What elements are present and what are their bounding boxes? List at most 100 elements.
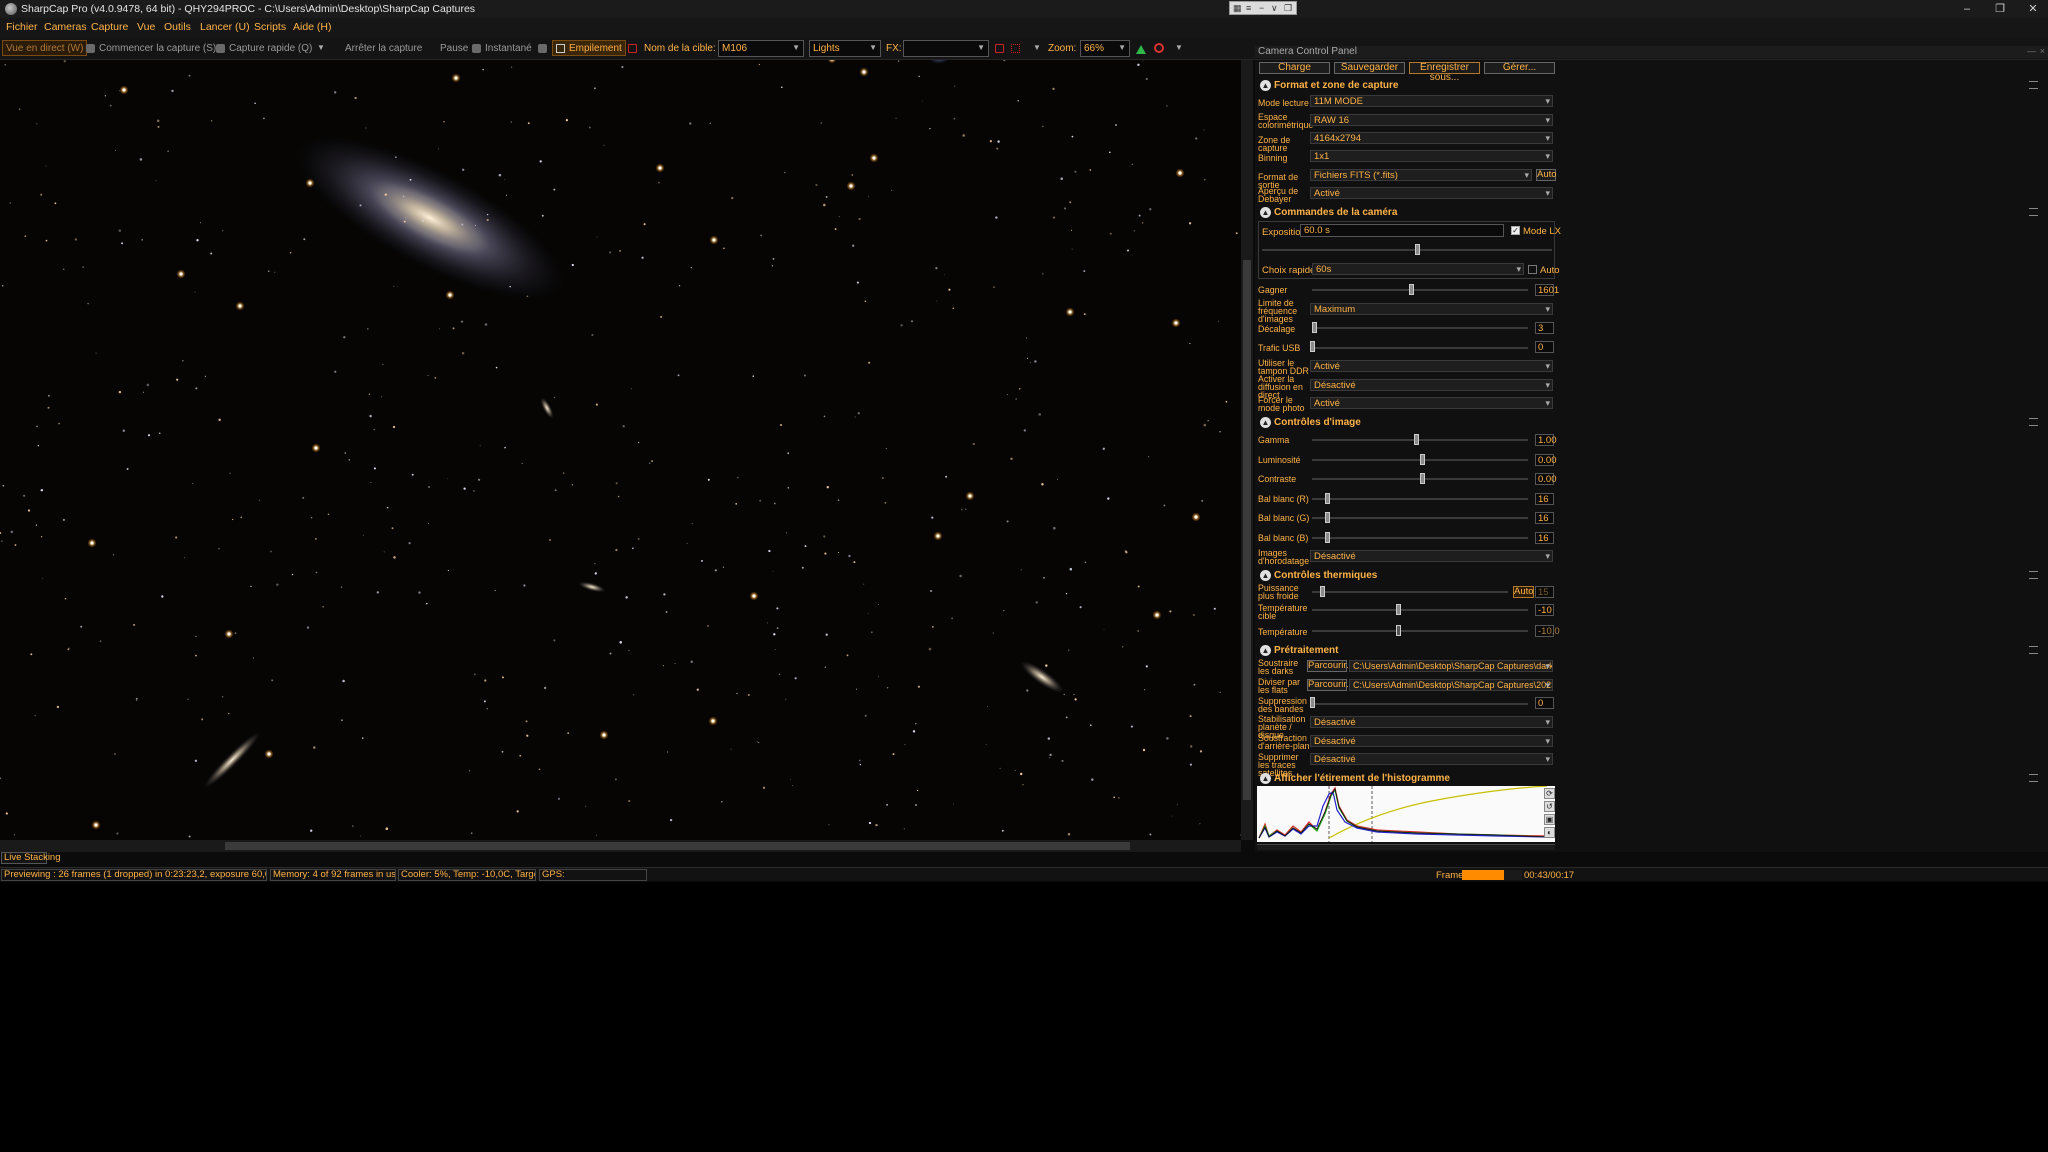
image-slider-value[interactable]: 16: [1535, 512, 1554, 524]
menu-scripts[interactable]: Scripts: [254, 21, 286, 33]
output-format-auto[interactable]: Auto: [1536, 169, 1557, 181]
image-slider-thumb[interactable]: [1325, 493, 1330, 504]
menu-capture[interactable]: Capture: [91, 21, 128, 33]
section-histogram[interactable]: ▲ Afficher l'étirement de l'histogramme: [1257, 772, 2044, 786]
image-slider-thumb[interactable]: [1420, 473, 1425, 484]
image-slider-track[interactable]: [1312, 537, 1528, 539]
color-space-select[interactable]: RAW 16: [1310, 114, 1553, 126]
chevron-down-icon[interactable]: ∨: [1271, 3, 1278, 14]
exposure-input[interactable]: 60.0 s: [1300, 224, 1504, 237]
ddr-buffer-select[interactable]: Activé: [1310, 360, 1553, 372]
flats-browse-button[interactable]: Parcourir...: [1307, 679, 1354, 691]
load-button[interactable]: Charge: [1259, 62, 1330, 74]
snapshot-button[interactable]: Instantané: [485, 43, 532, 54]
fx-select[interactable]: ▼: [903, 40, 989, 57]
reset-icon[interactable]: ↺: [1544, 801, 1555, 812]
capture-area-select[interactable]: 4164x2794: [1310, 132, 1553, 144]
exposure-slider-track[interactable]: [1262, 249, 1552, 251]
copy-icon[interactable]: ❐: [1284, 3, 1292, 14]
histogram-display[interactable]: [1257, 785, 1555, 842]
zoom-tool-icon[interactable]: [1154, 43, 1164, 53]
cooler-auto-button[interactable]: Auto: [1513, 586, 1534, 598]
image-slider-value[interactable]: 0.00: [1535, 473, 1557, 485]
banding-value[interactable]: 0: [1535, 697, 1554, 709]
chevron-down-icon[interactable]: ▼: [1033, 43, 1041, 52]
cooler-power-track[interactable]: [1312, 591, 1508, 593]
menu-icon[interactable]: [2029, 774, 2038, 782]
live-stream-select[interactable]: Désactivé: [1310, 379, 1553, 391]
maximize-button[interactable]: ❐: [1985, 0, 2015, 18]
usb-value[interactable]: 0: [1535, 341, 1554, 353]
close-icon[interactable]: ×: [2040, 46, 2045, 56]
chevron-down-icon[interactable]: ▼: [1175, 43, 1183, 52]
satellite-select[interactable]: Désactivé: [1310, 753, 1553, 765]
image-slider-track[interactable]: [1312, 439, 1528, 441]
image-slider-value[interactable]: 16: [1535, 532, 1554, 544]
reticle-icon[interactable]: [995, 44, 1004, 53]
menu-icon[interactable]: [2029, 646, 2038, 654]
start-capture-button[interactable]: Commencer la capture (S): [99, 43, 216, 54]
minimize-button[interactable]: –: [1952, 0, 1982, 18]
flats-path-select[interactable]: C:\Users\Admin\Desktop\SharpCap Captures…: [1349, 679, 1553, 691]
offset-value[interactable]: 3: [1535, 322, 1554, 334]
auto-exposure-checkbox[interactable]: [1528, 265, 1537, 274]
gain-value[interactable]: 1601: [1535, 284, 1559, 296]
frame-type-select[interactable]: Lights ▼: [809, 40, 881, 57]
close-button[interactable]: ✕: [2018, 0, 2048, 18]
target-temp-value[interactable]: -10: [1535, 604, 1554, 616]
image-slider-thumb[interactable]: [1325, 532, 1330, 543]
menu-outils[interactable]: Outils: [164, 21, 191, 33]
menu-icon[interactable]: [2029, 418, 2038, 426]
background-sub-select[interactable]: Désactivé: [1310, 735, 1553, 747]
debayer-preview-select[interactable]: Activé: [1310, 187, 1553, 199]
live-view-button[interactable]: Vue en direct (W): [2, 40, 88, 56]
section-image[interactable]: ▲ Contrôles d'image: [1257, 416, 2044, 430]
vertical-scroll-thumb[interactable]: [1243, 260, 1251, 800]
menu-lancer[interactable]: Lancer (U): [200, 21, 250, 33]
darks-browse-button[interactable]: Parcourir...: [1307, 660, 1354, 672]
target-temp-thumb[interactable]: [1396, 604, 1401, 615]
image-slider-thumb[interactable]: [1325, 512, 1330, 523]
gain-slider-thumb[interactable]: [1409, 284, 1414, 295]
photo-mode-select[interactable]: Activé: [1310, 397, 1553, 409]
histogram-icon[interactable]: [1136, 45, 1146, 54]
save-button[interactable]: Sauvegarder: [1334, 62, 1405, 74]
stop-capture-button[interactable]: Arrêter la capture: [345, 43, 422, 54]
collapse-icon[interactable]: ▲: [1260, 773, 1271, 784]
collapse-icon[interactable]: ▲: [1260, 207, 1271, 218]
image-slider-thumb[interactable]: [1420, 454, 1425, 465]
minus-icon[interactable]: −: [1259, 3, 1264, 13]
pause-button[interactable]: Pause: [440, 43, 468, 54]
settings-icon[interactable]: [538, 44, 547, 53]
section-format[interactable]: ▲ Format et zone de capture: [1257, 79, 2044, 93]
grid-icon[interactable]: ▦: [1233, 3, 1242, 14]
menu-icon[interactable]: [2029, 81, 2038, 89]
list-icon[interactable]: ≡: [1246, 3, 1251, 13]
collapse-icon[interactable]: ▲: [1260, 645, 1271, 656]
lx-mode-checkbox[interactable]: ✓: [1511, 226, 1520, 235]
section-preprocess[interactable]: ▲ Prétraitement: [1257, 644, 2044, 658]
save-as-button[interactable]: Enregistrer sous...: [1409, 62, 1480, 83]
manage-button[interactable]: Gérer...: [1484, 62, 1555, 74]
menu-icon[interactable]: [2029, 571, 2038, 579]
next-section-header[interactable]: [1257, 844, 1555, 850]
pin-icon[interactable]: —: [2027, 46, 2036, 56]
live-stacking-tab[interactable]: Live Stacking: [1, 852, 61, 864]
section-camera[interactable]: ▲ Commandes de la caméra: [1257, 206, 2044, 220]
menu-icon[interactable]: [2029, 208, 2038, 216]
binning-select[interactable]: 1x1: [1310, 150, 1553, 162]
collapse-icon[interactable]: ▲: [1260, 417, 1271, 428]
gain-slider-track[interactable]: [1312, 289, 1528, 291]
image-slider-track[interactable]: [1312, 498, 1528, 500]
usb-slider-thumb[interactable]: [1310, 341, 1315, 352]
quick-capture-button[interactable]: Capture rapide (Q): [229, 43, 312, 54]
collapse-icon[interactable]: ▲: [1260, 80, 1271, 91]
readout-mode-select[interactable]: 11M MODE: [1310, 95, 1553, 107]
usb-slider-track[interactable]: [1312, 347, 1528, 349]
collapse-icon[interactable]: ▲: [1260, 570, 1271, 581]
frame-rate-select[interactable]: Maximum: [1310, 303, 1553, 315]
contrast-icon[interactable]: ◐: [1544, 827, 1555, 838]
vertical-scrollbar[interactable]: [1241, 60, 1253, 840]
target-temp-track[interactable]: [1312, 609, 1528, 611]
zoom-select[interactable]: 66% ▼: [1080, 40, 1130, 57]
